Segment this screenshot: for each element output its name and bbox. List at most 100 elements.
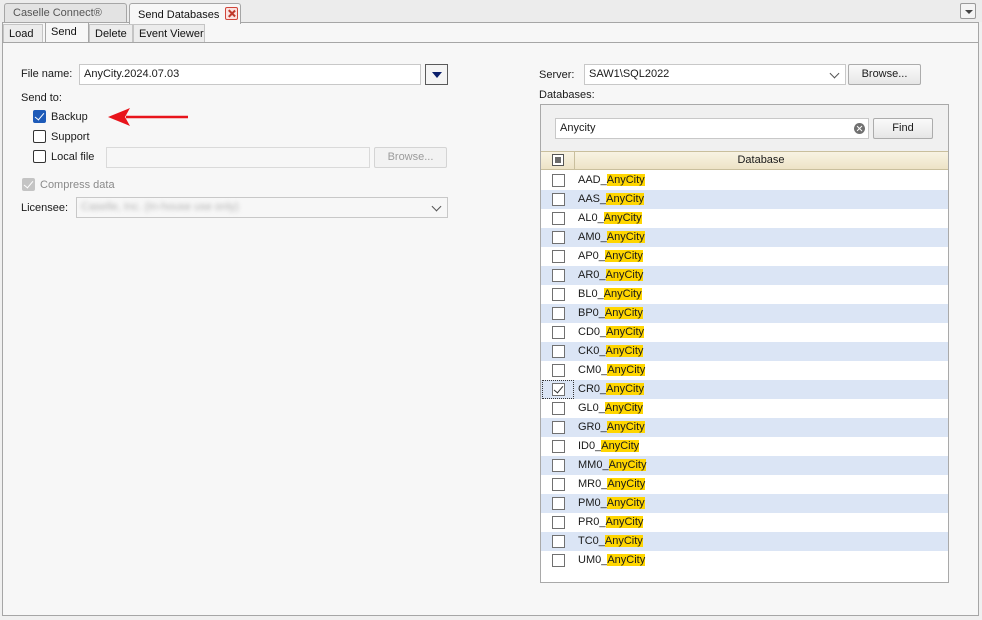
table-row[interactable]: AM0_AnyCity [541, 228, 948, 247]
table-row[interactable]: AAS_AnyCity [541, 190, 948, 209]
compress-label: Compress data [40, 179, 115, 191]
row-checkbox[interactable] [552, 421, 565, 434]
chevron-down-icon [829, 68, 840, 79]
chevron-down-icon [431, 201, 442, 212]
search-highlight: AnyCity [603, 288, 642, 300]
table-row[interactable]: CK0_AnyCity [541, 342, 948, 361]
table-row[interactable]: TC0_AnyCity [541, 532, 948, 551]
table-row[interactable]: AP0_AnyCity [541, 247, 948, 266]
table-row[interactable]: AR0_AnyCity [541, 266, 948, 285]
database-prefix: AM0_ [578, 231, 607, 243]
row-checkbox[interactable] [552, 193, 565, 206]
send-to-label: Send to: [21, 92, 62, 104]
row-checkbox[interactable] [552, 212, 565, 225]
table-row[interactable]: PR0_AnyCity [541, 513, 948, 532]
overflow-menu-icon[interactable] [960, 3, 976, 19]
table-row[interactable]: MR0_AnyCity [541, 475, 948, 494]
row-checkbox[interactable] [552, 231, 565, 244]
search-value: Anycity [560, 122, 596, 134]
row-checkbox[interactable] [552, 478, 565, 491]
local-file-checkbox[interactable] [33, 150, 46, 163]
row-checkbox[interactable] [552, 345, 565, 358]
table-row[interactable]: AL0_AnyCity [541, 209, 948, 228]
row-checkbox[interactable] [552, 174, 565, 187]
database-search-input[interactable]: Anycity [555, 118, 869, 139]
row-checkbox[interactable] [552, 269, 565, 282]
server-label: Server: [539, 69, 575, 81]
tab-load[interactable]: Load [3, 24, 43, 43]
server-value: SAW1\SQL2022 [589, 68, 670, 80]
table-row[interactable]: CD0_AnyCity [541, 323, 948, 342]
doc-tab-caselle-connect[interactable]: Caselle Connect® [4, 3, 127, 23]
database-prefix: MM0_ [578, 459, 609, 471]
select-all-checkbox[interactable] [552, 154, 564, 166]
row-checkbox[interactable] [552, 554, 565, 567]
row-checkbox[interactable] [552, 459, 565, 472]
table-row[interactable]: ID0_AnyCity [541, 437, 948, 456]
database-prefix: AP0_ [578, 250, 605, 262]
row-checkbox[interactable] [552, 440, 565, 453]
support-label: Support [51, 131, 90, 143]
row-checkbox[interactable] [552, 497, 565, 510]
table-row[interactable]: BP0_AnyCity [541, 304, 948, 323]
row-checkbox[interactable] [552, 307, 565, 320]
file-name-input[interactable]: AnyCity.2024.07.03 [79, 64, 421, 85]
support-checkbox[interactable] [33, 130, 46, 143]
row-checkbox[interactable] [552, 535, 565, 548]
tab-send[interactable]: Send [45, 22, 89, 43]
database-prefix: CM0_ [578, 364, 608, 376]
table-row[interactable]: CM0_AnyCity [541, 361, 948, 380]
row-checkbox[interactable] [552, 364, 565, 377]
database-name: AAS_AnyCity [578, 193, 645, 205]
table-row[interactable]: CR0_AnyCity [541, 380, 948, 399]
database-name: MR0_AnyCity [578, 478, 646, 490]
database-prefix: CR0_ [578, 383, 607, 395]
tab-label: Delete [95, 28, 127, 40]
local-file-path-input[interactable] [106, 147, 370, 168]
clear-search-icon[interactable] [854, 123, 865, 134]
search-highlight: AnyCity [605, 345, 644, 357]
database-name: PM0_AnyCity [578, 497, 645, 509]
tab-close-icon[interactable] [225, 7, 239, 20]
server-select[interactable]: SAW1\SQL2022 [584, 64, 846, 85]
tab-event-viewer[interactable]: Event Viewer [133, 24, 205, 43]
focus-rect [542, 380, 574, 399]
search-highlight: AnyCity [604, 402, 643, 414]
search-highlight: AnyCity [606, 421, 645, 433]
column-header-database[interactable]: Database [575, 154, 947, 166]
search-highlight: AnyCity [607, 364, 646, 376]
table-row[interactable]: MM0_AnyCity [541, 456, 948, 475]
database-name: CD0_AnyCity [578, 326, 645, 338]
database-prefix: PM0_ [578, 497, 607, 509]
database-prefix: UM0_ [578, 554, 608, 566]
search-highlight: AnyCity [606, 326, 645, 338]
table-row[interactable]: BL0_AnyCity [541, 285, 948, 304]
row-checkbox[interactable] [552, 250, 565, 263]
table-row[interactable]: GR0_AnyCity [541, 418, 948, 437]
database-prefix: AAD_ [578, 174, 607, 186]
local-browse-button[interactable]: Browse... [374, 147, 447, 168]
table-row[interactable]: AAD_AnyCity [541, 171, 948, 190]
row-checkbox[interactable] [552, 288, 565, 301]
table-row[interactable]: PM0_AnyCity [541, 494, 948, 513]
dropdown-arrow-icon[interactable] [425, 64, 448, 85]
compress-checkbox[interactable] [22, 178, 35, 191]
row-checkbox[interactable] [552, 516, 565, 529]
doc-tab-send-databases[interactable]: Send Databases [129, 3, 241, 24]
find-button[interactable]: Find [873, 118, 933, 139]
table-row[interactable]: UM0_AnyCity [541, 551, 948, 570]
search-highlight: AnyCity [604, 535, 643, 547]
search-highlight: AnyCity [604, 250, 643, 262]
table-row[interactable]: GL0_AnyCity [541, 399, 948, 418]
row-checkbox[interactable] [552, 326, 565, 339]
backup-checkbox[interactable] [33, 110, 46, 123]
database-name: ID0_AnyCity [578, 440, 640, 452]
database-prefix: ID0_ [578, 440, 602, 452]
server-browse-button[interactable]: Browse... [848, 64, 921, 85]
row-checkbox[interactable] [552, 402, 565, 415]
licensee-select[interactable]: Caselle, Inc. (In-house use only) [76, 197, 448, 218]
search-highlight: AnyCity [604, 307, 643, 319]
search-highlight: AnyCity [606, 193, 645, 205]
tab-delete[interactable]: Delete [89, 24, 133, 43]
database-name: CK0_AnyCity [578, 345, 644, 357]
